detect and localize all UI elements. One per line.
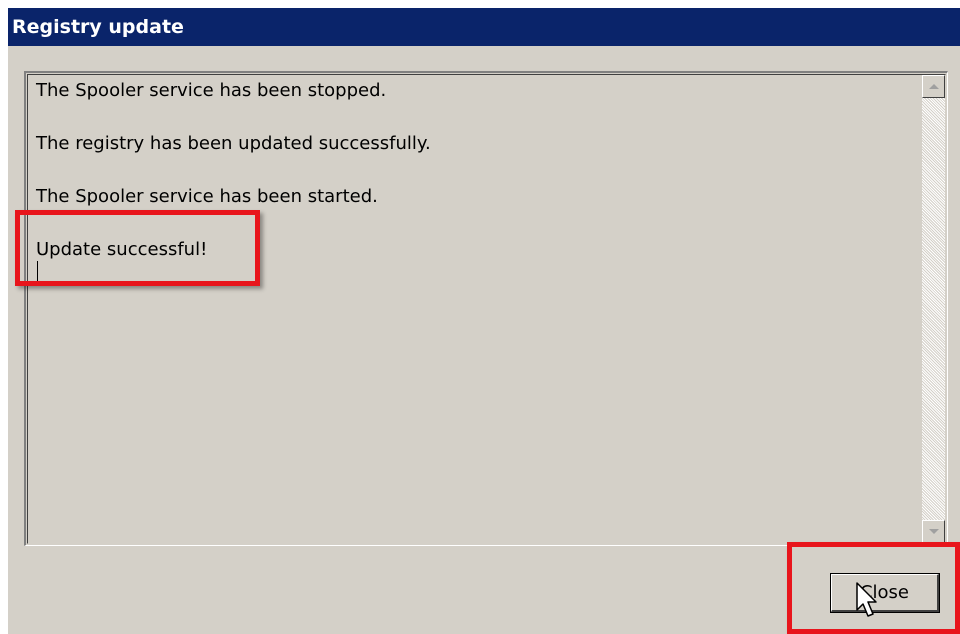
registry-update-dialog: Registry update The Spooler service has … xyxy=(8,8,960,634)
scroll-up-arrow-icon xyxy=(929,84,939,89)
dialog-title: Registry update xyxy=(8,8,960,46)
scroll-down-button[interactable] xyxy=(922,520,945,543)
log-line: The registry has been updated successful… xyxy=(36,133,431,154)
log-line: The Spooler service has been stopped. xyxy=(36,80,387,101)
log-textbox[interactable]: The Spooler service has been stopped. Th… xyxy=(24,71,948,546)
success-message-highlight xyxy=(15,210,260,286)
vertical-scrollbar[interactable] xyxy=(922,75,945,543)
mouse-pointer-icon xyxy=(856,582,877,617)
scroll-up-button[interactable] xyxy=(922,75,945,98)
log-line: The Spooler service has been started. xyxy=(36,186,378,207)
scroll-down-arrow-icon xyxy=(929,529,939,534)
